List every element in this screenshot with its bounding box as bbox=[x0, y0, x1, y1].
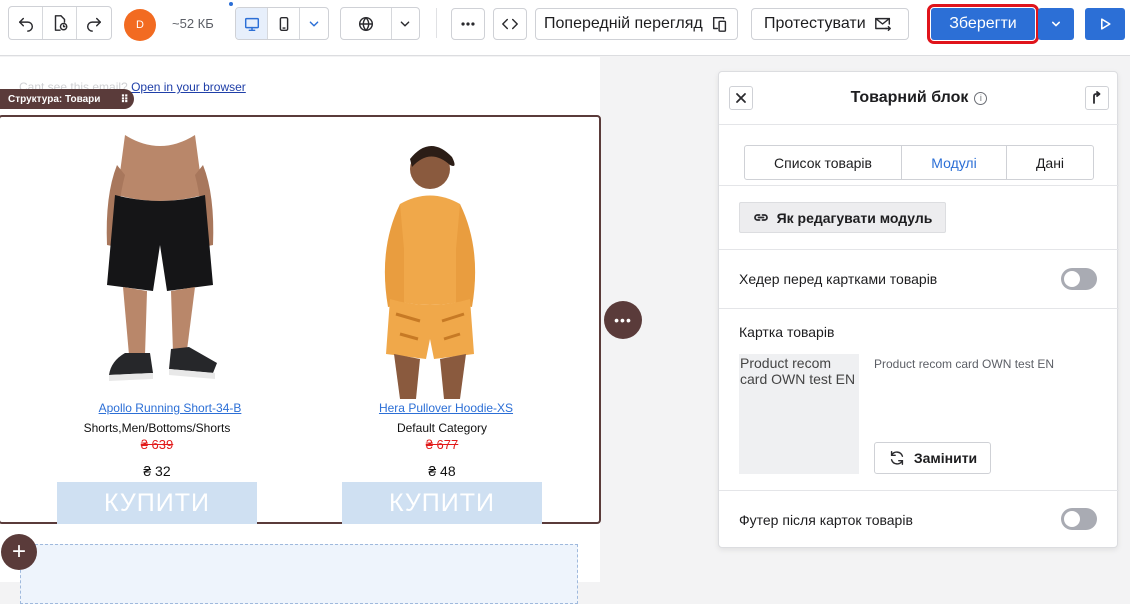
test-send-button-label: Протестувати bbox=[764, 15, 866, 32]
plus-icon: + bbox=[11, 538, 26, 565]
panel-divider bbox=[719, 308, 1119, 309]
history-group bbox=[8, 6, 112, 40]
open-in-browser-link[interactable]: Open in your browser bbox=[131, 80, 246, 94]
play-icon bbox=[1101, 18, 1111, 30]
tab-product-list[interactable]: Список товарів bbox=[745, 146, 902, 179]
save-options-button[interactable] bbox=[1038, 8, 1074, 40]
preview-button-label: Попередній перегляд bbox=[544, 15, 703, 32]
structure-tag[interactable]: Структура: Товари ⠿ bbox=[0, 89, 134, 109]
product-category-2: Default Category bbox=[396, 421, 488, 435]
status-dot bbox=[229, 2, 233, 6]
card-thumbnail: Product recom card OWN test EN bbox=[739, 354, 859, 474]
email-canvas: Cant see this email? Open in your browse… bbox=[0, 57, 601, 604]
block-more-button[interactable]: ••• bbox=[604, 301, 642, 339]
preview-button[interactable]: Попередній перегляд bbox=[535, 8, 738, 40]
panel-tabs: Список товарів Модулі Дані bbox=[744, 145, 1094, 180]
add-block-button[interactable]: + bbox=[1, 534, 37, 570]
tab-data[interactable]: Дані bbox=[1007, 146, 1093, 179]
undo-button[interactable] bbox=[9, 7, 43, 39]
device-dropdown-button[interactable] bbox=[300, 8, 328, 39]
replace-card-label: Замінити bbox=[913, 450, 978, 466]
more-icon bbox=[452, 9, 484, 39]
panel-divider bbox=[719, 124, 1119, 125]
panel-divider bbox=[719, 249, 1119, 250]
card-section-label: Картка товарів bbox=[739, 324, 835, 340]
device-switcher bbox=[235, 7, 329, 40]
version-history-button[interactable] bbox=[43, 7, 77, 39]
card-name: Product recom card OWN test EN bbox=[874, 357, 1055, 371]
panel-title-text: Товарний блок bbox=[850, 89, 969, 106]
link-icon bbox=[753, 213, 768, 221]
undo-icon bbox=[18, 17, 33, 32]
run-button[interactable] bbox=[1085, 8, 1125, 40]
chevron-down-icon bbox=[309, 21, 319, 27]
product-image-shorts[interactable] bbox=[95, 135, 225, 395]
buy-button-1[interactable]: КУПИТИ bbox=[57, 482, 257, 524]
product-name-2[interactable]: Hera Pullover Hoodie-XS bbox=[326, 401, 566, 415]
product-category-1: Shorts,Men/Bottoms/Shorts bbox=[83, 421, 231, 435]
product-block-panel: Товарний блок i Список товарів Модулі Дан… bbox=[718, 71, 1119, 548]
buy-button-2[interactable]: КУПИТИ bbox=[342, 482, 542, 524]
mobile-view-button[interactable] bbox=[268, 8, 300, 39]
avatar[interactable]: D bbox=[124, 9, 156, 41]
redo-button[interactable] bbox=[77, 7, 111, 39]
header-toggle-label: Хедер перед картками товарів bbox=[739, 271, 938, 287]
panel-divider bbox=[719, 490, 1119, 491]
footer-toggle-label: Футер після карток товарів bbox=[739, 512, 913, 528]
test-send-button[interactable]: Протестувати bbox=[751, 8, 909, 40]
desktop-view-button[interactable] bbox=[236, 8, 268, 39]
panel-divider bbox=[719, 185, 1119, 186]
how-to-edit-module-button[interactable]: Як редагувати модуль bbox=[739, 202, 946, 233]
header-toggle[interactable] bbox=[1061, 268, 1097, 290]
globe-icon bbox=[341, 8, 392, 39]
document-history-icon bbox=[54, 15, 67, 31]
undock-panel-button[interactable] bbox=[1085, 86, 1109, 110]
preview-devices-icon bbox=[712, 16, 726, 32]
redo-icon bbox=[86, 17, 102, 32]
chevron-down-icon bbox=[392, 8, 419, 39]
refresh-icon bbox=[890, 450, 903, 466]
more-icon: ••• bbox=[614, 312, 632, 328]
send-mail-icon bbox=[874, 17, 891, 32]
product-price-2: ₴ 48 bbox=[428, 463, 456, 479]
save-button[interactable]: Зберегти bbox=[927, 4, 1039, 44]
more-menu-button[interactable] bbox=[451, 8, 485, 40]
code-icon bbox=[494, 9, 526, 39]
product-price-1: ₴ 32 bbox=[143, 463, 171, 479]
replace-card-button[interactable]: Замінити bbox=[874, 442, 991, 474]
tab-modules[interactable]: Модулі bbox=[902, 146, 1007, 179]
panel-title: Товарний блок i bbox=[719, 89, 1119, 107]
desktop-icon bbox=[244, 17, 259, 32]
product-image-hoodie[interactable] bbox=[360, 139, 500, 399]
editor-toolbar: D ~52 КБ Попередній перегляд Протестуват… bbox=[0, 0, 1130, 56]
chevron-down-icon bbox=[1052, 21, 1060, 27]
info-icon[interactable]: i bbox=[974, 92, 988, 105]
language-dropdown[interactable] bbox=[340, 7, 420, 40]
footer-toggle[interactable] bbox=[1061, 508, 1097, 530]
product-old-price-2: ₴ 677 bbox=[425, 437, 459, 452]
email-size-label: ~52 КБ bbox=[172, 16, 214, 31]
next-block-dropzone[interactable] bbox=[20, 544, 578, 604]
toolbar-divider bbox=[436, 8, 437, 38]
drag-handle-icon[interactable]: ⠿ bbox=[120, 93, 129, 106]
arrow-up-icon bbox=[1093, 91, 1101, 104]
code-view-button[interactable] bbox=[493, 8, 527, 40]
mobile-icon bbox=[279, 16, 288, 32]
product-old-price-1: ₴ 639 bbox=[140, 437, 174, 452]
how-to-edit-module-label: Як редагувати модуль bbox=[776, 209, 933, 226]
structure-tag-label: Структура: Товари bbox=[8, 93, 101, 105]
product-name-1[interactable]: Apollo Running Short-34-B bbox=[50, 401, 290, 415]
